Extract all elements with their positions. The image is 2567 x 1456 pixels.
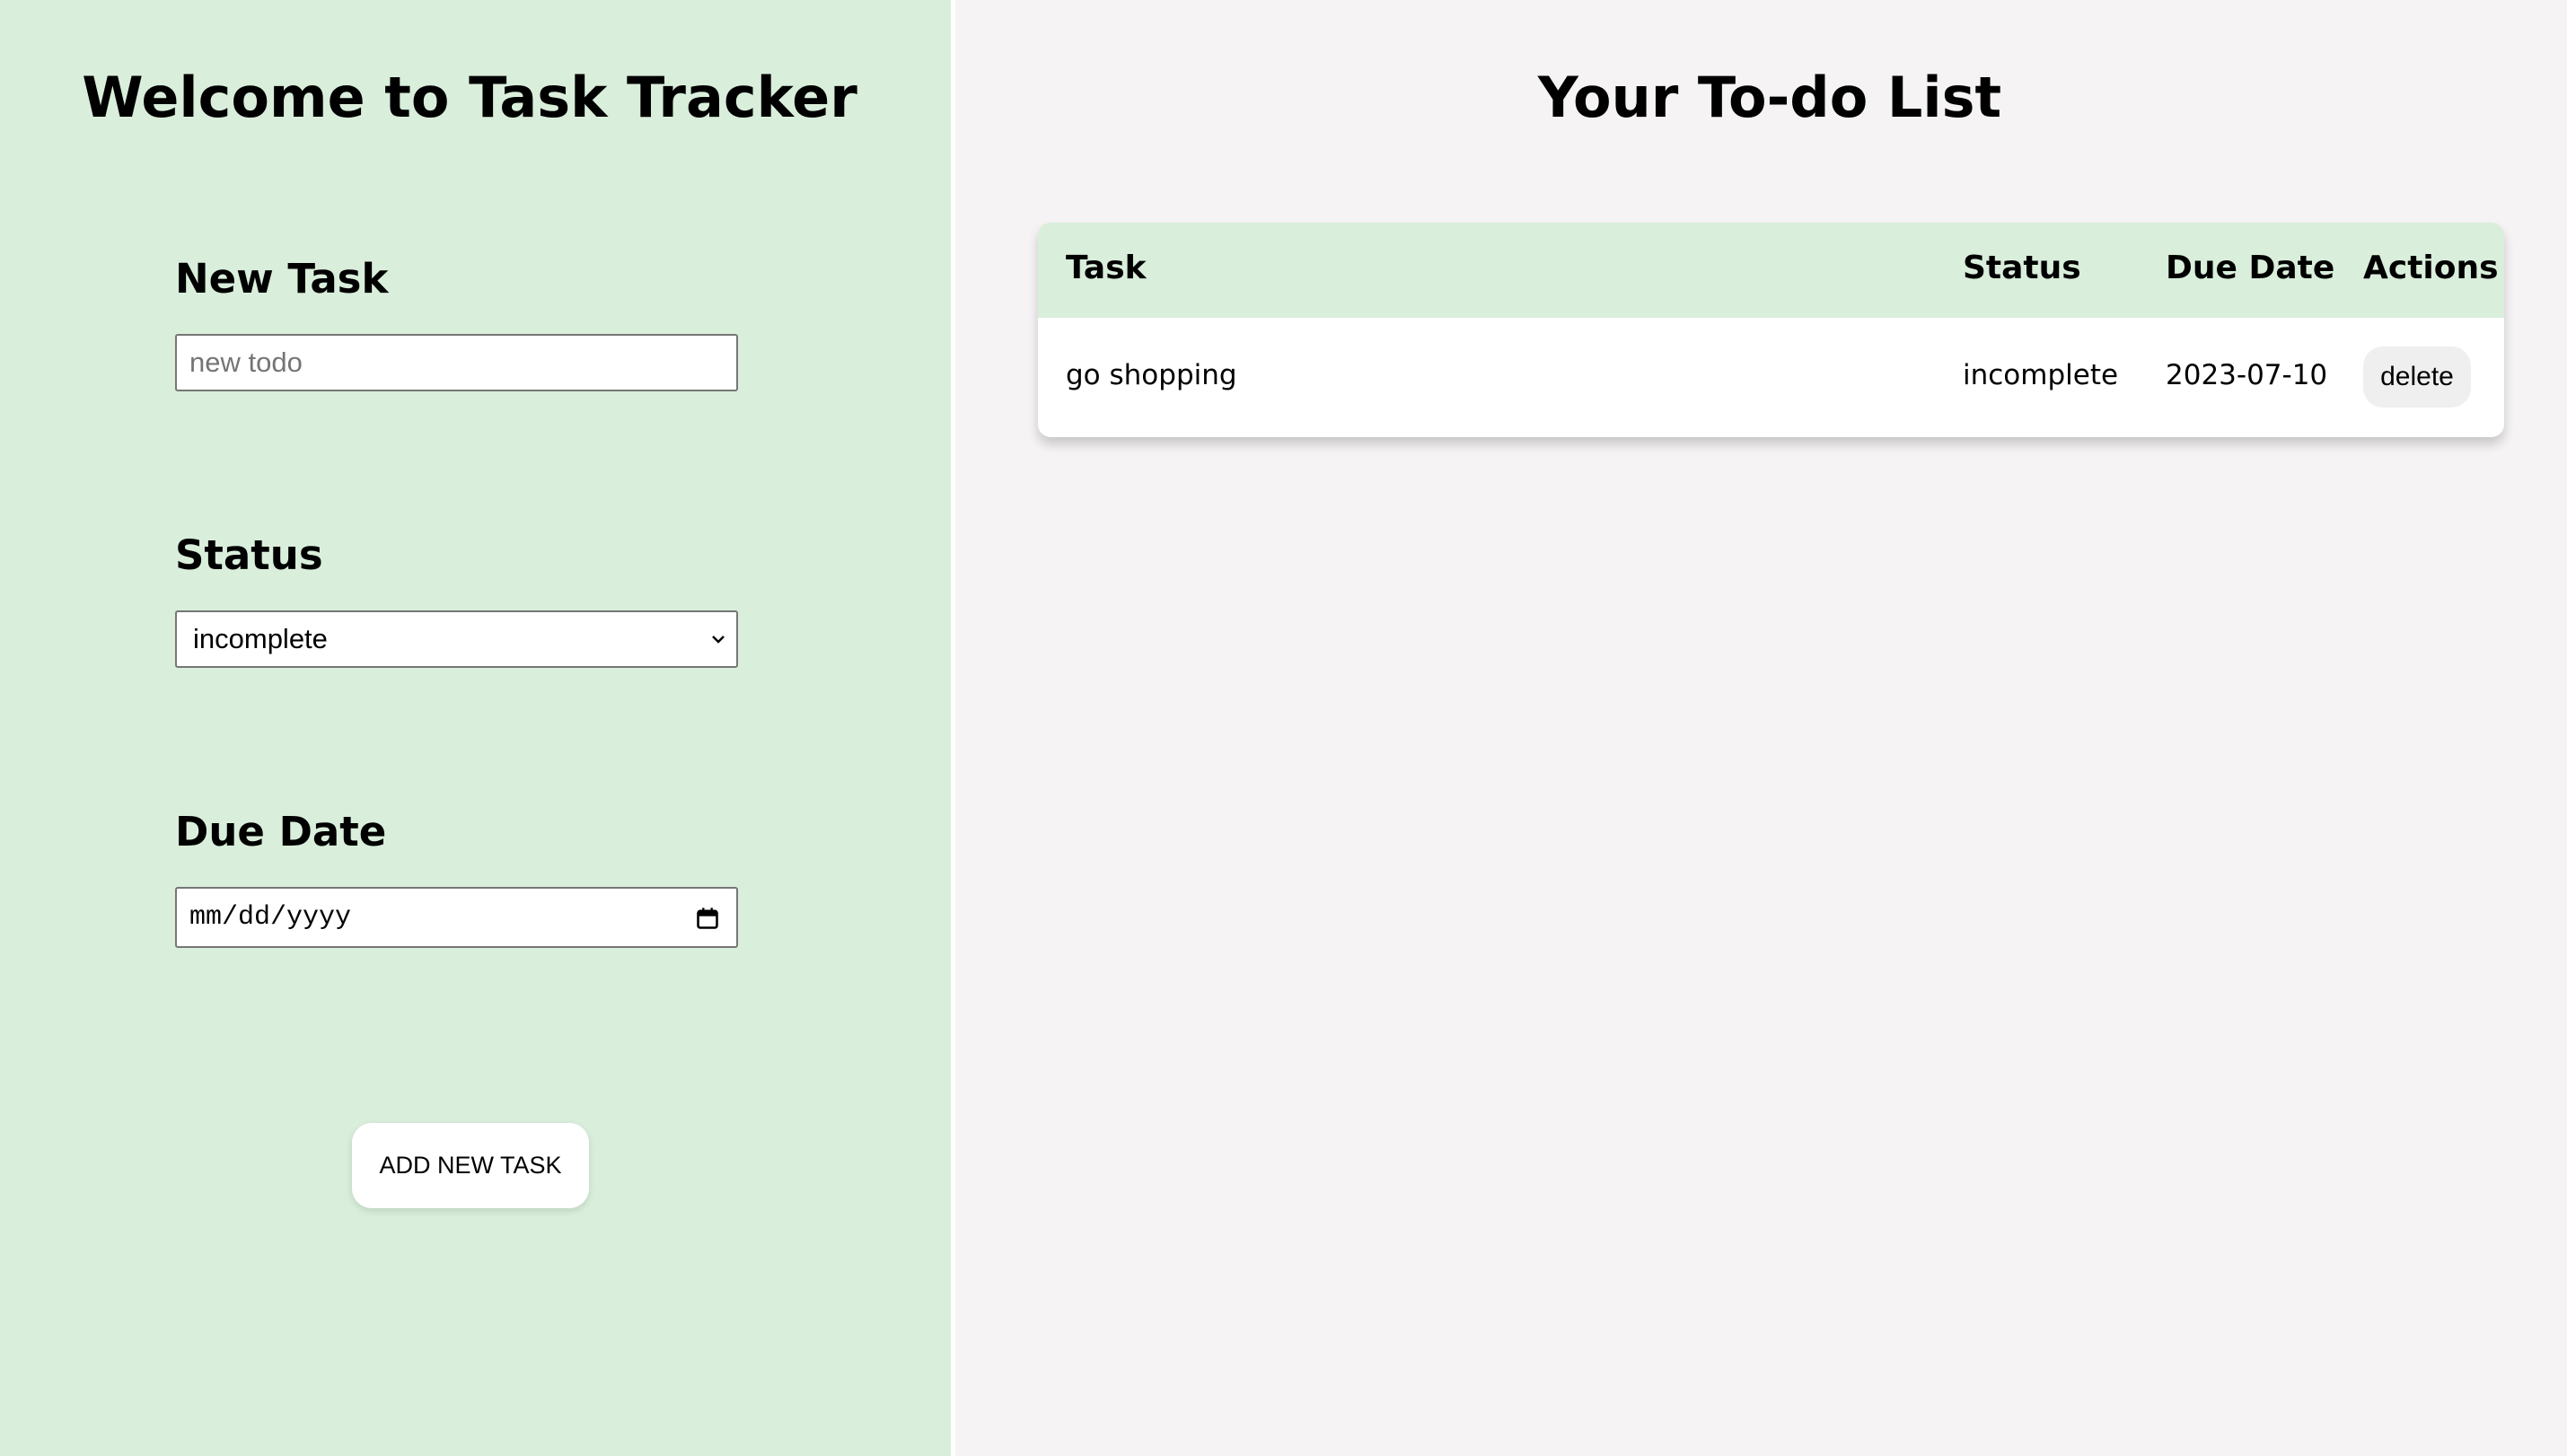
column-header-status: Status [1963,250,2081,286]
column-header-due-date: Due Date [2166,250,2335,286]
column-header-task: Task [1066,250,1147,286]
page-title: Welcome to Task Tracker [82,65,857,130]
status-cell: incomplete [1963,359,2119,391]
status-selected-value: incomplete [193,623,328,654]
add-new-task-button[interactable]: ADD NEW TASK [352,1123,589,1208]
new-task-input[interactable]: new todo [175,334,738,391]
delete-button[interactable]: delete [2363,346,2471,408]
status-label: Status [175,531,323,579]
chevron-down-icon [712,636,725,644]
table-header: Task Status Due Date Actions [1038,223,2504,318]
todo-table: Task Status Due Date Actions go shopping… [1038,223,2504,437]
task-cell: go shopping [1066,359,1237,391]
new-task-label: New Task [175,255,389,303]
new-task-placeholder: new todo [189,346,303,378]
due-date-input[interactable]: mm/dd/yyyy [175,887,738,948]
task-form-panel: Welcome to Task Tracker New Task new tod… [0,0,951,1456]
due-date-placeholder: mm/dd/yyyy [189,902,352,933]
status-select[interactable]: incomplete [175,610,738,668]
due-date-cell: 2023-07-10 [2166,359,2328,391]
calendar-icon[interactable] [695,905,720,932]
panel-divider [951,0,955,1456]
column-header-actions: Actions [2363,250,2499,286]
todo-list-title: Your To-do List [1537,65,2002,130]
due-date-label: Due Date [175,808,387,855]
